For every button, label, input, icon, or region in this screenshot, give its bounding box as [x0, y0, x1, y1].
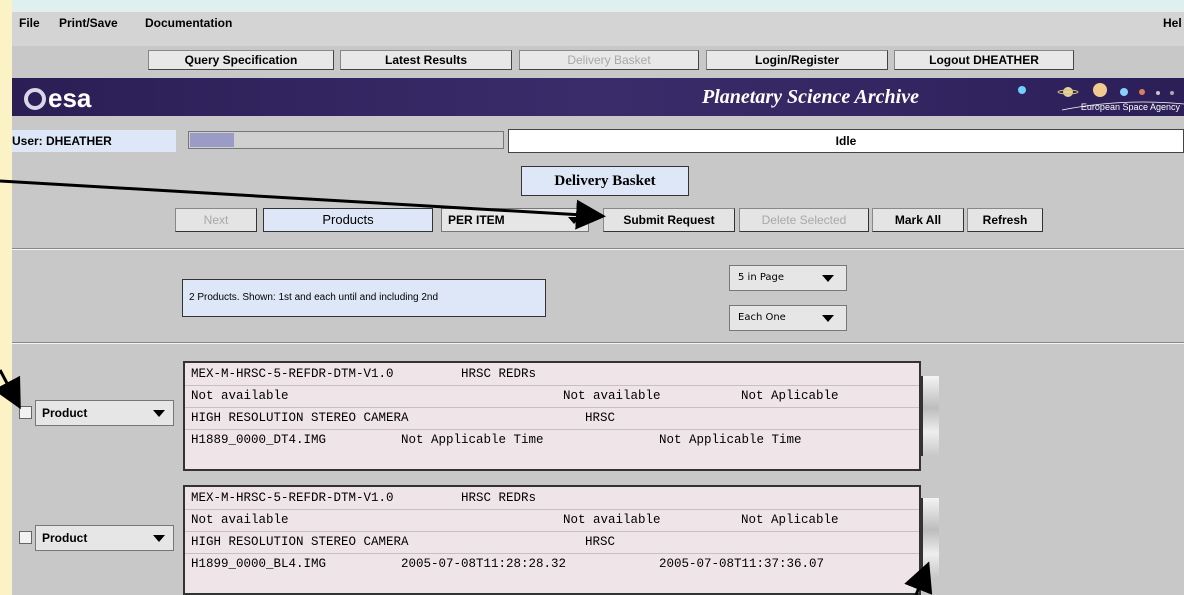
- product-row: Not available Not available Not Aplicabl…: [185, 385, 919, 408]
- product-row: HIGH RESOLUTION STEREO CAMERA HRSC: [185, 407, 919, 430]
- instrument: HIGH RESOLUTION STEREO CAMERA: [191, 411, 409, 425]
- product-type-value: Product: [42, 531, 88, 545]
- divider: [12, 342, 1184, 344]
- menu-documentation[interactable]: Documentation: [145, 16, 232, 30]
- page-size-select[interactable]: 5 in Page: [729, 265, 847, 291]
- submit-request-button[interactable]: Submit Request: [603, 208, 735, 232]
- target-a: Not available: [191, 389, 289, 403]
- products-label: Products: [263, 208, 433, 232]
- file-name: H1889_0000_DT4.IMG: [191, 433, 327, 447]
- product-checkbox[interactable]: [19, 406, 32, 419]
- per-item-select-value: PER ITEM: [448, 213, 505, 227]
- product-row: MEX-M-HRSC-5-REFDR-DTM-V1.0 HRSC REDRs: [185, 363, 919, 386]
- product-type-value: Product: [42, 406, 88, 420]
- chevron-down-icon: [153, 535, 165, 542]
- chevron-down-icon: [153, 410, 165, 417]
- product-row: MEX-M-HRSC-5-REFDR-DTM-V1.0 HRSC REDRs: [185, 487, 919, 510]
- login-register-button[interactable]: Login/Register: [706, 50, 888, 70]
- chevron-down-icon: [822, 275, 834, 282]
- esa-banner: esa Planetary Science Archive European S…: [12, 78, 1184, 116]
- menu-print-save[interactable]: Print/Save: [59, 16, 118, 30]
- chevron-down-icon: [822, 315, 834, 322]
- dataset-name: HRSC REDRs: [461, 491, 537, 505]
- stop-time: Not Applicable Time: [659, 433, 802, 447]
- mark-all-button[interactable]: Mark All: [872, 208, 964, 232]
- esa-ring-icon: [24, 88, 46, 110]
- product-thumbnail[interactable]: [921, 498, 939, 578]
- product-type-select[interactable]: Product: [35, 525, 174, 551]
- target-c: Not Aplicable: [741, 389, 839, 403]
- product-checkbox[interactable]: [19, 531, 32, 544]
- instrument-id: HRSC: [585, 411, 616, 425]
- start-time: 2005-07-08T11:28:28.32: [401, 557, 567, 571]
- product-type-select[interactable]: Product: [35, 400, 174, 426]
- stop-time: 2005-07-08T11:37:36.07: [659, 557, 825, 571]
- esa-logo: esa: [24, 83, 91, 114]
- left-sidebar-strip: [0, 0, 12, 595]
- delivery-basket-button[interactable]: Delivery Basket: [519, 50, 699, 70]
- progress-bar: [188, 131, 504, 149]
- product-row: HIGH RESOLUTION STEREO CAMERA HRSC: [185, 531, 919, 554]
- latest-results-button[interactable]: Latest Results: [340, 50, 512, 70]
- page-size-value: 5 in Page: [738, 272, 785, 283]
- dataset-id: MEX-M-HRSC-5-REFDR-DTM-V1.0: [191, 491, 394, 505]
- product-card[interactable]: MEX-M-HRSC-5-REFDR-DTM-V1.0 HRSC REDRs N…: [183, 485, 921, 595]
- refresh-button[interactable]: Refresh: [967, 208, 1043, 232]
- product-row: H1889_0000_DT4.IMG Not Applicable Time N…: [185, 429, 919, 451]
- menu-file[interactable]: File: [19, 16, 40, 30]
- file-name: H1899_0000_BL4.IMG: [191, 557, 327, 571]
- user-label: User: DHEATHER: [12, 130, 176, 152]
- start-time: Not Applicable Time: [401, 433, 544, 447]
- target-a: Not available: [191, 513, 289, 527]
- menu-help[interactable]: Hel: [1163, 16, 1182, 30]
- agency-label: European Space Agency: [1080, 102, 1180, 112]
- instrument: HIGH RESOLUTION STEREO CAMERA: [191, 535, 409, 549]
- delete-selected-button[interactable]: Delete Selected: [739, 208, 869, 232]
- status-field: Idle: [508, 129, 1184, 153]
- dataset-id: MEX-M-HRSC-5-REFDR-DTM-V1.0: [191, 367, 394, 381]
- per-item-select[interactable]: PER ITEM: [441, 208, 589, 232]
- instrument-id: HRSC: [585, 535, 616, 549]
- step-select[interactable]: Each One: [729, 305, 847, 331]
- chevron-down-icon: [568, 217, 580, 224]
- banner-title: Planetary Science Archive: [702, 86, 919, 108]
- results-summary: 2 Products. Shown: 1st and each until an…: [182, 279, 546, 317]
- query-specification-button[interactable]: Query Specification: [148, 50, 334, 70]
- target-b: Not available: [563, 389, 661, 403]
- target-b: Not available: [563, 513, 661, 527]
- divider: [12, 248, 1184, 250]
- target-c: Not Aplicable: [741, 513, 839, 527]
- next-button[interactable]: Next: [175, 208, 257, 232]
- delivery-basket-title: Delivery Basket: [521, 166, 689, 196]
- product-row: Not available Not available Not Aplicabl…: [185, 509, 919, 532]
- menu-top-strip: [12, 0, 1184, 12]
- logout-button[interactable]: Logout DHEATHER: [894, 50, 1074, 70]
- product-row: H1899_0000_BL4.IMG 2005-07-08T11:28:28.3…: [185, 553, 919, 575]
- step-value: Each One: [738, 312, 786, 323]
- product-card[interactable]: MEX-M-HRSC-5-REFDR-DTM-V1.0 HRSC REDRs N…: [183, 361, 921, 471]
- dataset-name: HRSC REDRs: [461, 367, 537, 381]
- product-thumbnail[interactable]: [921, 376, 939, 456]
- progress-fill: [190, 133, 234, 147]
